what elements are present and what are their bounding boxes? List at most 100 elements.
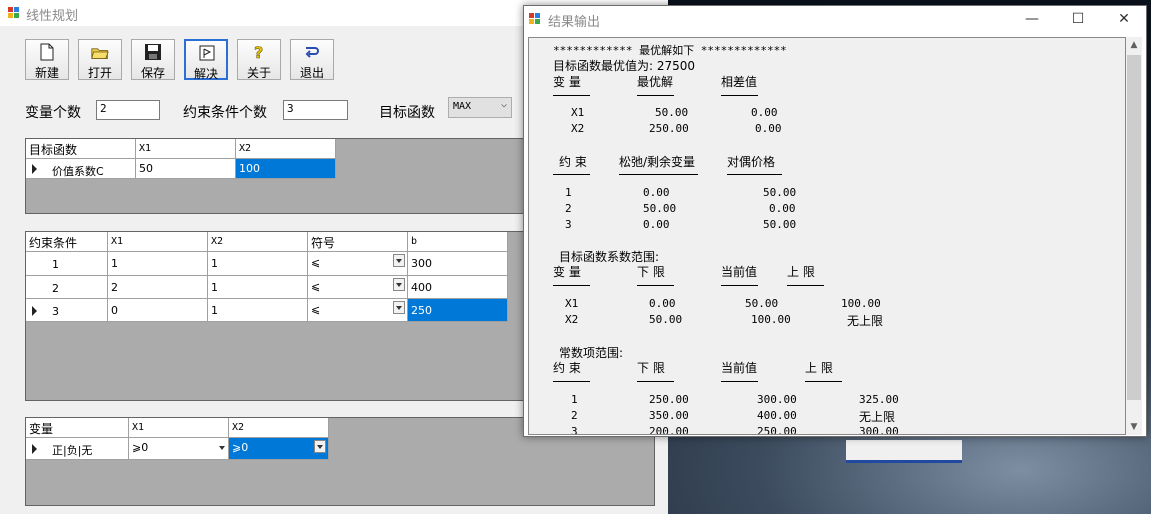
maximize-button[interactable]: ☐ — [1055, 6, 1101, 33]
grid-header: X2 — [229, 418, 329, 438]
solve-button-label: 解决 — [193, 67, 218, 81]
row-header[interactable]: 1 — [26, 252, 108, 276]
grid-cell[interactable]: 0 — [108, 299, 208, 322]
scroll-up-icon[interactable]: ▲ — [1126, 37, 1142, 53]
grid-cell[interactable]: 2 — [108, 276, 208, 299]
con-header: 约 束 — [559, 155, 587, 169]
scroll-thumb[interactable] — [1127, 55, 1141, 400]
row-header[interactable]: 正|负|无 — [26, 438, 129, 460]
grid-header: X2 — [236, 139, 336, 159]
con-cell: 50.00 — [763, 218, 797, 231]
underline — [553, 174, 590, 175]
obj-range-cell: X1 — [565, 297, 579, 310]
chevron-down-icon — [314, 440, 326, 453]
chevron-down-icon: ⌵ — [500, 99, 507, 110]
sign-select[interactable]: ⩽ — [308, 252, 408, 276]
new-button-label: 新建 — [34, 66, 59, 80]
result-window-title: 结果输出 — [548, 15, 601, 30]
grid-cell[interactable]: 1 — [108, 252, 208, 276]
about-button[interactable]: ? 关于 — [237, 39, 281, 80]
objective-select[interactable]: MAX ⌵ — [448, 97, 512, 118]
grid-cell[interactable]: 1 — [208, 276, 308, 299]
grid-header: X1 — [136, 139, 236, 159]
underline — [787, 285, 824, 286]
scroll-down-icon[interactable]: ▼ — [1126, 419, 1142, 435]
open-button[interactable]: 打开 — [78, 39, 122, 80]
background-window[interactable] — [846, 440, 962, 463]
var-count-input[interactable]: 2 — [96, 100, 160, 120]
underline — [553, 95, 590, 96]
sol-cell: 0.00 — [751, 106, 778, 119]
objective-label: 目标函数 — [379, 105, 435, 121]
sign-select-value: ⩽ — [311, 303, 321, 316]
grid-cell[interactable]: 300 — [408, 252, 508, 276]
grid-cell-selected[interactable]: 100 — [236, 159, 336, 179]
grid-header: 变量 — [26, 418, 129, 438]
sign-select[interactable]: ⩽ — [308, 276, 408, 299]
obj-range-cell: 无上限 — [847, 314, 884, 328]
grid-cell-selected[interactable]: 250 — [408, 299, 508, 322]
row-header[interactable]: 价值系数C — [26, 159, 136, 179]
con-cell: 1 — [565, 186, 572, 199]
grid-cell[interactable]: 50 — [136, 159, 236, 179]
con-header: 松弛/剩余变量 — [619, 155, 696, 169]
result-text-area[interactable]: ************ 最优解如下 ************* 目标函数最优值… — [528, 37, 1126, 435]
obj-range-cell: 0.00 — [649, 297, 676, 310]
variable-sign-select[interactable]: ⩾0 — [129, 438, 229, 460]
rhs-range-cell: 1 — [571, 393, 578, 406]
con-cell: 3 — [565, 218, 572, 231]
grid-header: 约束条件 — [26, 232, 108, 252]
new-button[interactable]: 新建 — [25, 39, 69, 80]
row-header[interactable]: 3 — [26, 299, 108, 322]
obj-range-header: 变 量 — [553, 265, 581, 279]
sign-select[interactable]: ⩽ — [308, 299, 408, 322]
rhs-range-cell: 200.00 — [649, 425, 689, 435]
result-app-icon — [529, 13, 541, 25]
solve-button[interactable]: 解决 — [184, 39, 228, 81]
rhs-range-cell: 350.00 — [649, 409, 689, 422]
result-window: 结果输出 — ☐ ✕ ************ 最优解如下 **********… — [523, 5, 1147, 437]
rhs-range-cell: 300.00 — [859, 425, 899, 435]
exit-button[interactable]: 退出 — [290, 39, 334, 80]
grid-header: 目标函数 — [26, 139, 136, 159]
var-count-label: 变量个数 — [25, 105, 81, 121]
row-label: 价值系数C — [52, 165, 104, 178]
variable-sign-select-selected[interactable]: ⩾0 — [229, 438, 329, 460]
row-index: 3 — [52, 305, 59, 318]
save-button-label: 保存 — [140, 66, 165, 80]
underline — [805, 381, 842, 382]
obj-range-cell: X2 — [565, 313, 579, 326]
chevron-down-icon — [393, 254, 405, 267]
obj-range-cell: 100.00 — [751, 313, 791, 326]
rhs-range-cell: 250.00 — [649, 393, 689, 406]
grid-cell[interactable]: 1 — [208, 299, 308, 322]
rhs-range-header: 当前值 — [721, 361, 758, 375]
svg-text:?: ? — [254, 43, 263, 61]
exit-icon — [303, 43, 321, 61]
help-question-icon: ? — [250, 43, 268, 61]
sign-select-value: ⩽ — [311, 280, 321, 293]
grid-cell[interactable]: 1 — [208, 252, 308, 276]
chevron-down-icon — [219, 446, 225, 450]
con-cell: 50.00 — [643, 202, 677, 215]
row-header[interactable]: 2 — [26, 276, 108, 299]
app-icon — [8, 7, 20, 19]
vertical-scrollbar[interactable]: ▲ ▼ — [1126, 37, 1142, 435]
grid-header: X1 — [129, 418, 229, 438]
sol-header: 相差值 — [721, 75, 758, 89]
constraint-count-input[interactable]: 3 — [283, 100, 348, 120]
result-heading: ************ 最优解如下 ************* — [553, 44, 787, 57]
rhs-range-cell: 300.00 — [757, 393, 797, 406]
minimize-button[interactable]: — — [1009, 6, 1055, 33]
result-title-bar[interactable]: 结果输出 — ☐ ✕ — [524, 6, 1146, 33]
rhs-range-cell: 250.00 — [757, 425, 797, 435]
sign-select-value: ⩽ — [311, 256, 321, 269]
save-button[interactable]: 保存 — [131, 39, 175, 80]
rhs-range-header: 约 束 — [553, 361, 581, 375]
close-button[interactable]: ✕ — [1101, 6, 1147, 33]
rhs-range-cell: 3 — [571, 425, 578, 435]
grid-cell[interactable]: 400 — [408, 276, 508, 299]
obj-range-cell: 50.00 — [745, 297, 779, 310]
con-cell: 50.00 — [763, 186, 797, 199]
open-folder-icon — [91, 43, 109, 61]
